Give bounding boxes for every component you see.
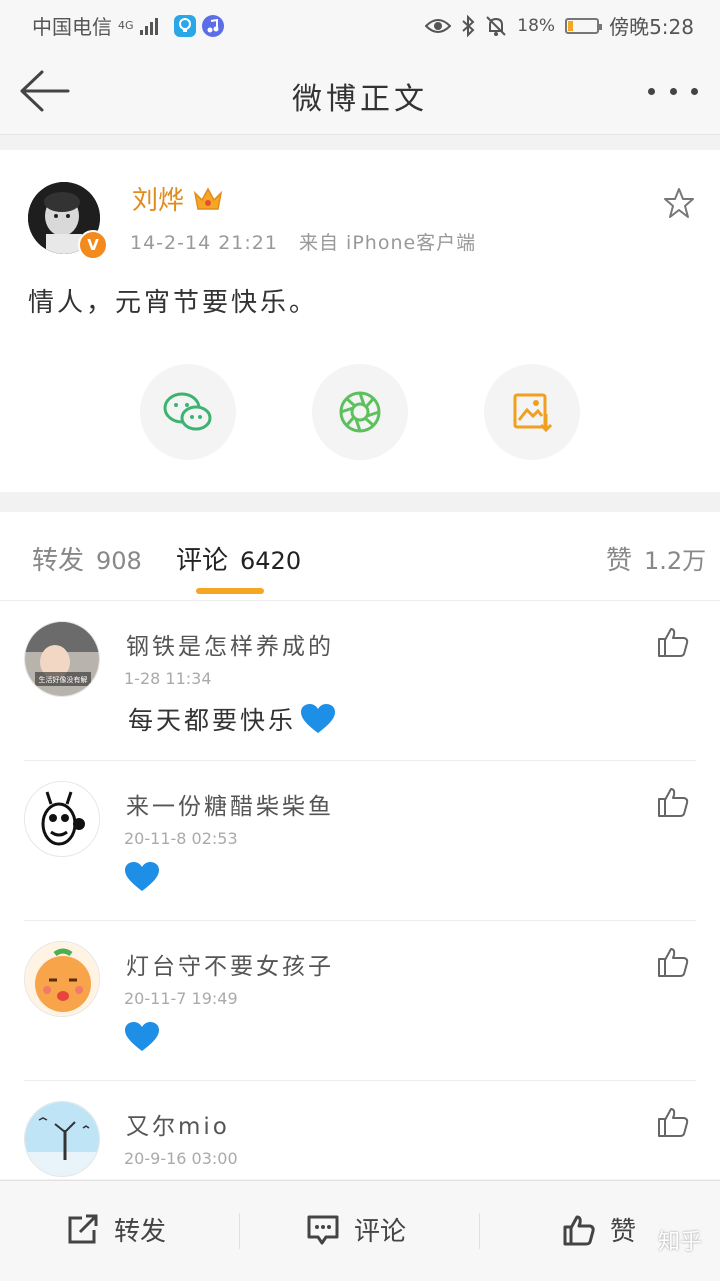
- page-title: 微博正文: [292, 82, 428, 117]
- comment-text-content: 每天都要快乐: [128, 706, 297, 735]
- share-wechat-button[interactable]: [140, 364, 236, 460]
- tab-likes-label: 赞: [606, 546, 633, 576]
- commenter-avatar[interactable]: [24, 781, 100, 857]
- share-moments-button[interactable]: [312, 364, 408, 460]
- blue-heart-icon: [125, 862, 159, 891]
- repost-label: 转发: [114, 1217, 167, 1247]
- tab-comments[interactable]: 评论 6420: [176, 540, 301, 577]
- wechat-icon: [163, 392, 212, 431]
- comment-time: 20-9-16 03:00: [124, 1149, 238, 1168]
- more-options-button[interactable]: [648, 78, 698, 104]
- divider: [239, 1213, 240, 1249]
- tab-likes[interactable]: 赞 1.2万: [606, 540, 706, 577]
- author-name[interactable]: 刘烨: [132, 180, 184, 217]
- save-image-button[interactable]: [484, 364, 580, 460]
- post-card: V 刘烨 14-2-14 21:21 来自 iPhone客户端 情人，元宵节要快…: [0, 150, 720, 492]
- post-time: 14-2-14 21:21: [130, 232, 278, 254]
- active-tab-indicator: [196, 588, 264, 594]
- comment-time: 1-28 11:34: [124, 669, 212, 688]
- status-bar: 中国电信 4G 18% 傍晚5:28: [0, 0, 720, 48]
- tab-repost[interactable]: 转发 908: [32, 540, 142, 577]
- favorite-star-icon[interactable]: [662, 186, 696, 220]
- nav-bar: 微博正文: [0, 48, 720, 135]
- interaction-tabs: 转发 908 评论 6420 赞 1.2万: [0, 512, 720, 601]
- blue-heart-icon: [301, 704, 336, 733]
- bluetooth-icon: [462, 14, 475, 37]
- like-thumb-icon[interactable]: [656, 625, 690, 659]
- tab-repost-count: 908: [96, 547, 142, 575]
- verified-badge-icon: V: [78, 230, 108, 260]
- comment-text: [124, 861, 160, 893]
- share-arrow-icon: [68, 1214, 98, 1243]
- comment-item: 灯台守不要女孩子 20-11-7 19:49: [0, 921, 720, 1081]
- commenter-name[interactable]: 灯台守不要女孩子: [126, 947, 334, 981]
- commenter-name[interactable]: 来一份糖醋柴柴鱼: [126, 787, 334, 821]
- like-thumb-icon[interactable]: [656, 945, 690, 979]
- clock: 傍晚5:28: [609, 15, 694, 39]
- like-thumb-icon[interactable]: [656, 785, 690, 819]
- post-source: 来自 iPhone客户端: [299, 232, 477, 254]
- commenter-avatar[interactable]: 生活好像没有解: [24, 621, 100, 697]
- comment-time: 20-11-7 19:49: [124, 989, 238, 1008]
- comment-button[interactable]: 评论: [306, 1211, 406, 1248]
- battery-percent: 18%: [517, 15, 556, 36]
- comment-item: 来一份糖醋柴柴鱼 20-11-8 02:53: [0, 761, 720, 921]
- comment-text: [124, 1021, 160, 1053]
- carrier-label: 中国电信: [32, 15, 112, 39]
- thumbs-up-icon: [563, 1215, 595, 1245]
- commenter-avatar[interactable]: [24, 1101, 100, 1177]
- repost-button[interactable]: 转发: [66, 1211, 166, 1248]
- comment-bubble-icon: [307, 1215, 339, 1244]
- blue-heart-icon: [125, 1022, 159, 1051]
- comment-item: 又尔mio 20-9-16 03:00: [0, 1081, 720, 1179]
- comment-list: 生活好像没有解 钢铁是怎样养成的 1-28 11:34 每天都要快乐 来一份糖醋…: [0, 601, 720, 1179]
- avatar-caption: 生活好像没有解: [39, 675, 88, 684]
- commenter-name[interactable]: 钢铁是怎样养成的: [126, 627, 334, 661]
- network-type: 4G: [118, 19, 134, 32]
- tab-comments-label: 评论: [176, 546, 229, 576]
- battery-icon: [565, 17, 603, 34]
- like-thumb-icon[interactable]: [656, 1105, 690, 1139]
- tab-comments-count: 6420: [240, 547, 302, 575]
- eye-icon: [425, 18, 452, 33]
- comment-item: 生活好像没有解 钢铁是怎样养成的 1-28 11:34 每天都要快乐: [0, 601, 720, 761]
- comment-time: 20-11-8 02:53: [124, 829, 238, 848]
- watermark: 知乎: [657, 1230, 702, 1255]
- comment-label: 评论: [354, 1217, 407, 1247]
- music-app-icon: [201, 14, 224, 37]
- commenter-name[interactable]: 又尔mio: [126, 1107, 230, 1141]
- save-image-icon: [513, 393, 553, 433]
- bottom-action-bar: 转发 评论 赞: [0, 1180, 720, 1281]
- mute-icon: [486, 15, 506, 36]
- like-button[interactable]: 赞: [562, 1211, 636, 1248]
- like-label: 赞: [610, 1217, 637, 1247]
- post-meta: 14-2-14 21:21 来自 iPhone客户端: [130, 228, 476, 255]
- comment-text: 每天都要快乐: [128, 701, 336, 737]
- signal-icon: [139, 17, 158, 35]
- tab-likes-count: 1.2万: [644, 547, 707, 575]
- post-text: 情人，元宵节要快乐。: [28, 288, 319, 318]
- bulb-app-icon: [173, 14, 196, 37]
- tab-repost-label: 转发: [32, 546, 85, 576]
- author-name-row[interactable]: 刘烨: [132, 180, 224, 217]
- moments-icon: [339, 391, 381, 433]
- divider: [479, 1213, 480, 1249]
- crown-icon: [193, 186, 223, 210]
- commenter-avatar[interactable]: [24, 941, 100, 1017]
